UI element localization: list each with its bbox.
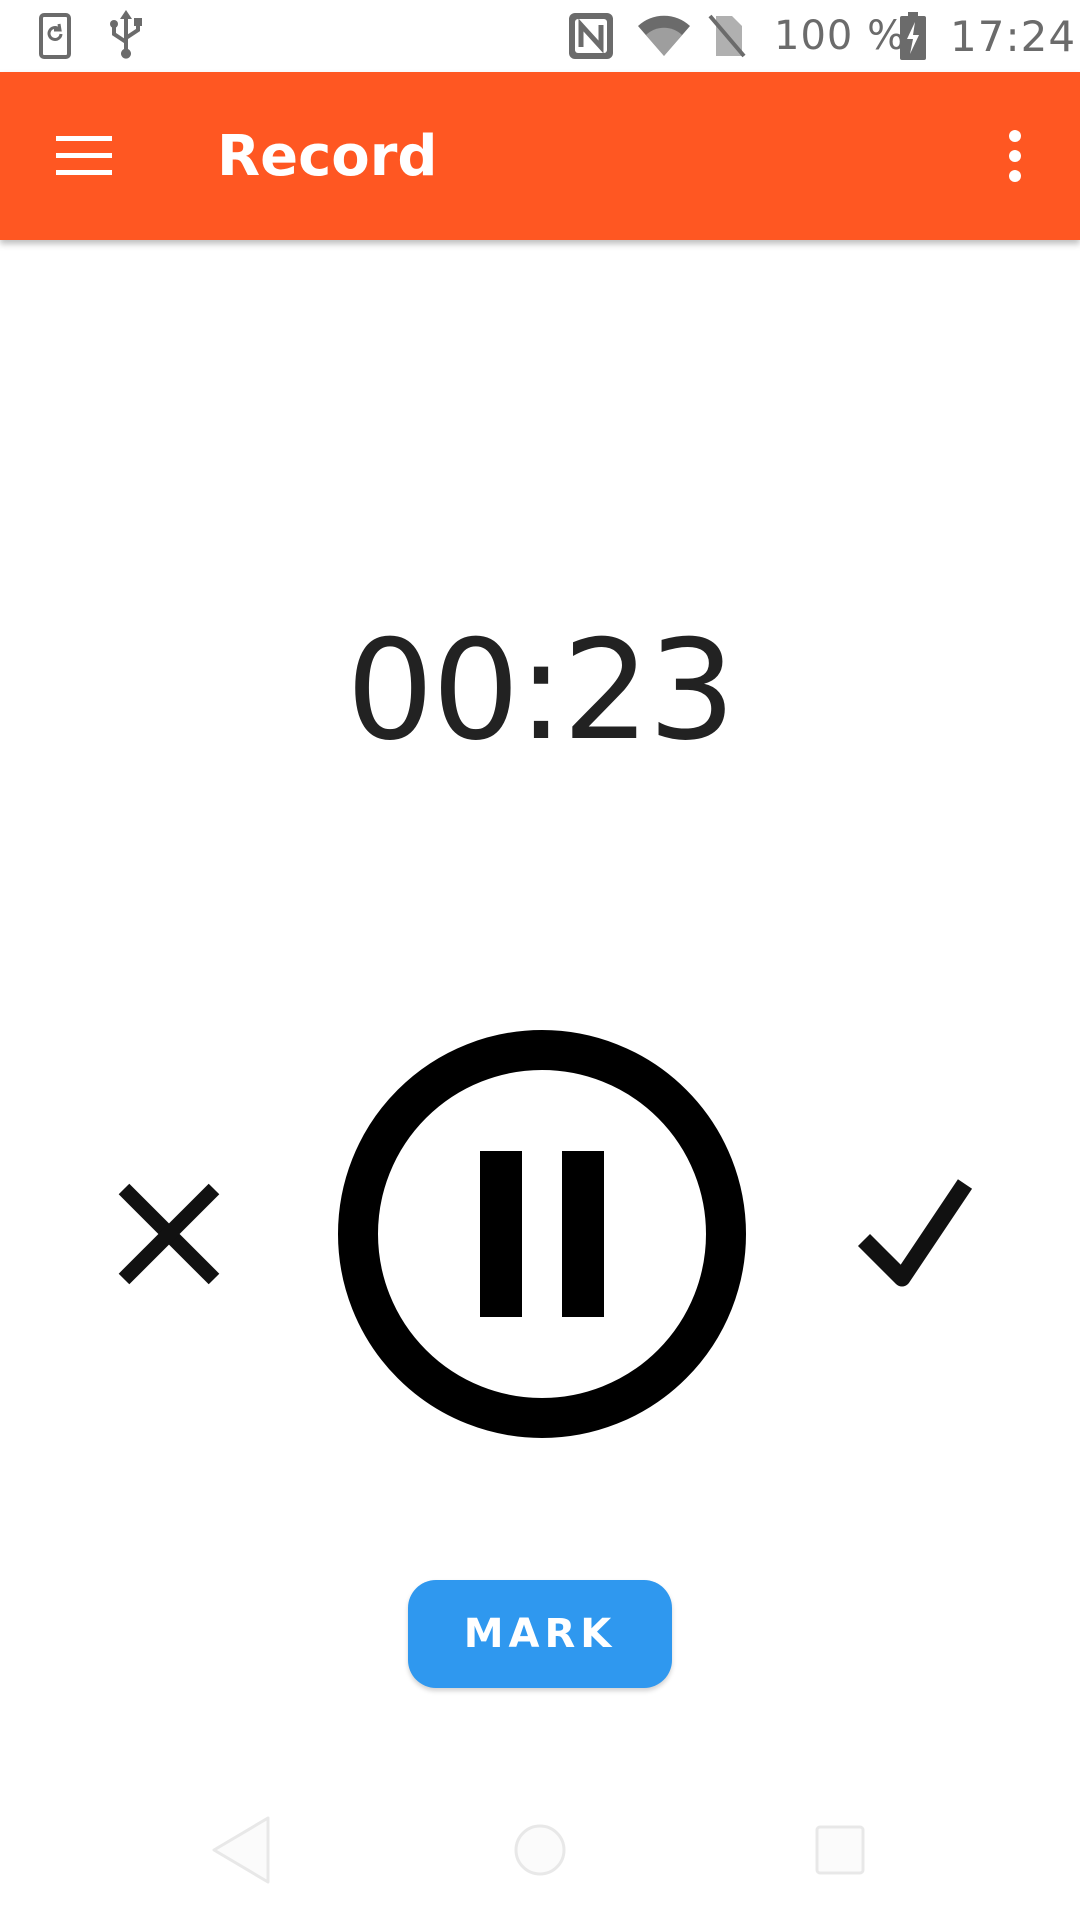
confirm-button[interactable]: [850, 1170, 980, 1300]
pause-circle-icon: [338, 1030, 746, 1438]
home-icon[interactable]: [490, 1800, 590, 1900]
wifi-icon: [636, 0, 692, 72]
nfc-icon: [567, 0, 615, 72]
record-screen: 100 % 17:24 Record 00:23 MARK: [0, 0, 1080, 1920]
discard-button[interactable]: [110, 1175, 230, 1295]
battery-charging-icon: [898, 0, 928, 72]
page-title: Record: [217, 123, 438, 189]
pause-button[interactable]: [335, 1025, 755, 1445]
check-icon: [857, 1179, 973, 1287]
usb-icon: [104, 0, 148, 72]
screen-rotate-icon: [38, 0, 72, 72]
recents-icon[interactable]: [790, 1800, 890, 1900]
elapsed-timer: 00:23: [346, 609, 736, 771]
battery-percent: 100 %: [774, 13, 907, 59]
back-icon[interactable]: [190, 1800, 290, 1900]
more-vert-icon[interactable]: [985, 106, 1045, 206]
hamburger-menu-icon[interactable]: [36, 106, 136, 206]
close-icon: [118, 1183, 220, 1285]
status-time: 17:24: [950, 11, 1077, 61]
mark-button[interactable]: MARK: [408, 1580, 672, 1688]
navigation-bar: [0, 1780, 1080, 1920]
status-bar: 100 % 17:24: [0, 0, 1080, 72]
no-sim-icon: [706, 0, 748, 72]
app-bar: Record: [0, 72, 1080, 240]
